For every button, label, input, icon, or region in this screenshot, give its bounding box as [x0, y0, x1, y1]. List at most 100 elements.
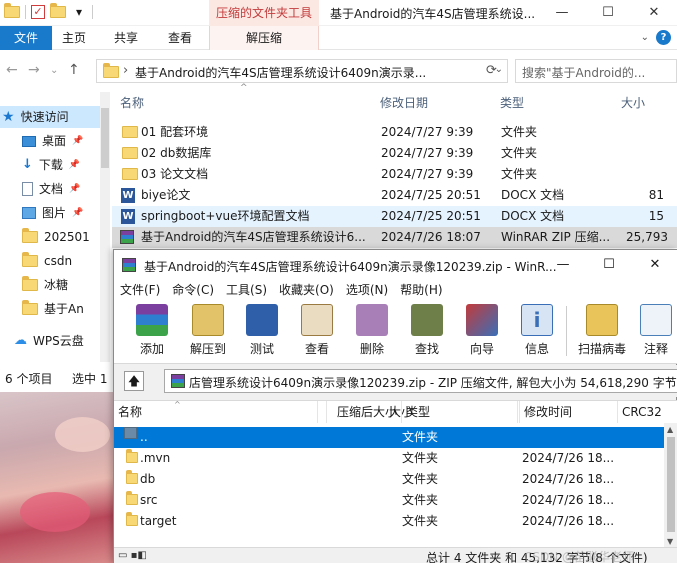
comment-button[interactable]: 注释	[634, 302, 677, 362]
scan-virus-icon	[586, 304, 618, 336]
column-header-type[interactable]: 类型	[500, 92, 524, 114]
file-row[interactable]: W springboot+vue环境配置文档 2024/7/25 20:51 D…	[112, 206, 677, 227]
desktop-wallpaper	[0, 392, 115, 563]
star-icon: ★	[2, 109, 15, 125]
recent-dropdown-icon[interactable]: ⌄	[50, 65, 58, 76]
maximize-button[interactable]: ☐	[585, 0, 631, 26]
menu-tools[interactable]: 工具(S)	[220, 280, 273, 300]
sort-up-icon: ^	[174, 400, 181, 409]
archive-row[interactable]: src 文件夹 2024/7/26 18...	[114, 490, 664, 511]
nav-item-documents[interactable]: 文档 📌	[22, 178, 80, 200]
new-folder-icon[interactable]	[50, 3, 66, 18]
nav-item-desktop[interactable]: 桌面 📌	[22, 130, 83, 152]
maximize-button[interactable]: ☐	[586, 250, 632, 280]
nav-item-folder[interactable]: 202501	[22, 226, 90, 248]
scan-virus-button[interactable]: 扫描病毒	[574, 302, 630, 362]
nav-item-folder[interactable]: 基于An	[22, 298, 84, 320]
properties-icon[interactable]: ✓	[31, 5, 45, 19]
minimize-button[interactable]: —	[539, 0, 585, 26]
column-header-name[interactable]: 名称 ^	[114, 401, 318, 423]
entry-name: ..	[140, 430, 148, 444]
menu-commands[interactable]: 命令(C)	[166, 280, 220, 300]
nav-item-wps-cloud[interactable]: ☁ WPS云盘	[14, 330, 84, 352]
archive-row[interactable]: db 文件夹 2024/7/26 18...	[114, 469, 664, 490]
pin-icon: 📌	[72, 136, 84, 146]
tab-view[interactable]: 查看	[154, 26, 206, 50]
up-arrow-icon[interactable]: ↑	[68, 62, 80, 78]
search-placeholder: 搜索"基于Android的...	[522, 66, 646, 80]
column-header-date[interactable]: 修改日期	[380, 92, 428, 114]
nav-item-label: csdn	[44, 254, 73, 268]
archive-list-scrollbar[interactable]: ▲ ▼	[664, 423, 677, 547]
scroll-down-icon[interactable]: ▼	[667, 537, 673, 546]
add-archive-icon	[136, 304, 168, 336]
file-row[interactable]: 01 配套环境 2024/7/27 9:39 文件夹	[112, 122, 677, 143]
tab-extract[interactable]: 解压缩	[209, 26, 319, 50]
parent-folder-icon	[124, 427, 137, 439]
expand-ribbon-icon[interactable]: ⌄	[641, 32, 649, 43]
test-button[interactable]: 测试	[236, 302, 288, 362]
entry-type: 文件夹	[402, 451, 439, 465]
explorer-title-bar: ✓ ▾ 压缩的文件夹工具 基于Android的汽车4S店管理系统设... — ☐…	[0, 0, 677, 26]
up-folder-button[interactable]: 🡅	[124, 371, 144, 391]
refresh-icon[interactable]: ⟳	[486, 63, 497, 78]
nav-item-downloads[interactable]: ↓ 下载 📌	[22, 154, 80, 176]
help-icon[interactable]: ?	[656, 30, 671, 45]
folder-icon	[4, 3, 20, 18]
delete-button[interactable]: 删除	[346, 302, 398, 362]
nav-item-folder[interactable]: 冰糖	[22, 274, 68, 296]
add-button[interactable]: 添加	[126, 302, 178, 362]
column-header-name[interactable]: 名称	[120, 92, 144, 114]
menu-favorites[interactable]: 收藏夹(O)	[273, 280, 340, 300]
file-row[interactable]: W biye论文 2024/7/25 20:51 DOCX 文档 81	[112, 185, 677, 206]
menu-file[interactable]: 文件(F)	[114, 280, 166, 300]
column-header-modified[interactable]: 修改时间	[520, 401, 618, 423]
scroll-up-icon[interactable]: ▲	[667, 425, 673, 434]
address-field[interactable]: › 基于Android的汽车4S店管理系统设计6409n演示录... ⌄	[96, 59, 508, 83]
file-row[interactable]: 02 db数据库 2024/7/27 9:39 文件夹	[112, 143, 677, 164]
archive-path: 店管理系统设计6409n演示录像120239.zip - ZIP 压缩文件, 解…	[189, 376, 677, 390]
menu-options[interactable]: 选项(N)	[340, 280, 394, 300]
flower-petal	[55, 417, 110, 452]
back-arrow-icon[interactable]: ←	[6, 62, 18, 78]
column-header-size[interactable]: 大小	[621, 92, 645, 114]
view-button[interactable]: 查看	[291, 302, 343, 362]
column-header-type[interactable]: 类型	[402, 401, 520, 423]
folder-icon	[126, 512, 138, 526]
search-input[interactable]: 搜索"基于Android的...	[515, 59, 677, 83]
nav-item-pictures[interactable]: 图片 📌	[22, 202, 83, 224]
extract-to-button[interactable]: 解压到	[182, 302, 234, 362]
tab-home[interactable]: 主页	[52, 26, 96, 50]
file-name: 03 论文文档	[141, 167, 209, 181]
archive-path-field[interactable]: 店管理系统设计6409n演示录像120239.zip - ZIP 压缩文件, 解…	[164, 369, 677, 393]
close-button[interactable]: ✕	[632, 250, 677, 280]
archive-row[interactable]: .mvn 文件夹 2024/7/26 18...	[114, 448, 664, 469]
nav-scrollbar[interactable]	[100, 92, 110, 362]
info-button[interactable]: i 信息	[511, 302, 563, 362]
close-button[interactable]: ✕	[631, 0, 677, 26]
scrollbar-thumb[interactable]	[101, 108, 109, 168]
chevron-down-icon[interactable]: ⌄	[665, 375, 673, 385]
file-date: 2024/7/27 9:39	[381, 146, 474, 160]
chevron-right-icon[interactable]: ›	[123, 63, 128, 78]
tab-share[interactable]: 共享	[100, 26, 152, 50]
menu-help[interactable]: 帮助(H)	[394, 280, 448, 300]
entry-type: 文件夹	[402, 514, 439, 528]
find-button[interactable]: 查找	[401, 302, 453, 362]
column-header-crc32[interactable]: CRC32	[618, 401, 677, 423]
minimize-button[interactable]: —	[540, 250, 586, 280]
forward-arrow-icon[interactable]: →	[28, 62, 40, 78]
winrar-icon	[122, 258, 136, 272]
nav-item-folder[interactable]: csdn	[22, 250, 72, 272]
file-row-selected[interactable]: 基于Android的汽车4S店管理系统设计6... 2024/7/26 18:0…	[112, 227, 677, 248]
archive-row-selected[interactable]: .. 文件夹	[114, 427, 664, 448]
column-header-packed[interactable]: 压缩后大小	[326, 401, 402, 423]
wizard-button[interactable]: 向导	[456, 302, 508, 362]
customize-toolbar-icon[interactable]: ▾	[71, 4, 87, 20]
file-row[interactable]: 03 论文文档 2024/7/27 9:39 文件夹	[112, 164, 677, 185]
archive-row[interactable]: target 文件夹 2024/7/26 18...	[114, 511, 664, 532]
comment-icon	[640, 304, 672, 336]
scrollbar-thumb[interactable]	[667, 437, 675, 532]
tab-file[interactable]: 文件	[0, 26, 52, 50]
nav-item-quick-access[interactable]: ★ 快速访问	[0, 106, 100, 128]
